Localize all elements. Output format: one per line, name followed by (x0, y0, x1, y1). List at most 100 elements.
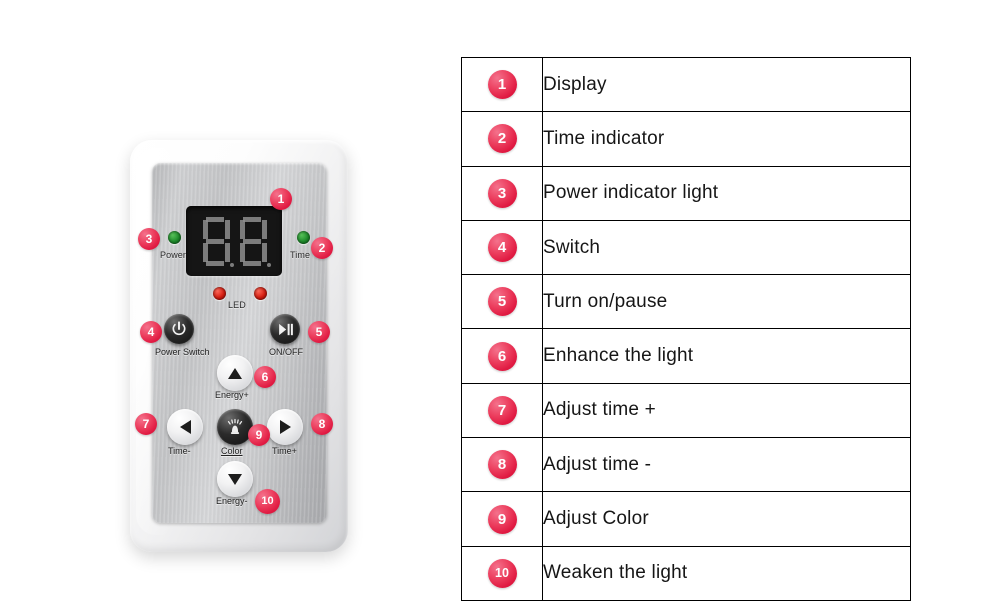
legend-number-cell: 5 (461, 274, 543, 330)
legend-badge-5: 5 (487, 287, 517, 317)
energy-plus-caption: Energy+ (215, 390, 249, 400)
segment-g-icon (242, 239, 261, 244)
power-switch-button[interactable] (164, 314, 194, 344)
callout-badge-2: 2 (311, 237, 333, 259)
table-row: 10 Weaken the light (461, 545, 911, 601)
legend-badge-8: 8 (487, 450, 517, 480)
callout-badge-7: 7 (135, 413, 157, 435)
legend-label-5: Turn on/pause (542, 274, 911, 330)
seven-segment-digit-2 (237, 215, 271, 267)
callout-badge-8: 8 (311, 413, 333, 435)
legend-table-body: 1 Display 2 Time indicator 3 Power indic… (461, 56, 911, 601)
led-indicator-lamp-1 (213, 287, 226, 300)
power-switch-caption: Power Switch (155, 347, 210, 357)
callout-badge-6: 6 (254, 366, 276, 388)
play-pause-icon (278, 323, 293, 335)
callout-badge-3: 3 (138, 228, 160, 250)
legend-number-cell: 4 (461, 219, 543, 276)
table-row: 6 Enhance the light (461, 328, 911, 384)
legend-label-2: Time indicator (542, 111, 911, 167)
legend-label-10: Weaken the light (542, 545, 911, 601)
segment-d-icon (205, 261, 224, 266)
legend-label-7: Adjust time + (542, 382, 911, 439)
table-row: 5 Turn on/pause (461, 274, 911, 330)
segment-a-icon (205, 217, 224, 222)
time-increase-button[interactable] (267, 409, 303, 445)
legend-number-cell: 7 (461, 382, 543, 439)
legend-badge-4: 4 (487, 233, 517, 263)
time-indicator-lamp (297, 231, 310, 244)
legend-label-4: Switch (542, 219, 911, 276)
legend-badge-3: 3 (487, 178, 517, 208)
segment-a-icon (242, 217, 261, 222)
callout-badge-1: 1 (270, 188, 292, 210)
segment-c-icon (224, 243, 230, 262)
segment-b-icon (224, 220, 230, 239)
seven-segment-display (186, 206, 282, 276)
legend-number-cell: 10 (461, 545, 543, 601)
segment-c-icon (261, 243, 267, 262)
segment-f-icon (202, 220, 208, 239)
legend-number-cell: 1 (461, 56, 543, 113)
legend-badge-7: 7 (487, 395, 517, 425)
time-lamp-label: Time (290, 250, 311, 260)
legend-number-cell: 8 (461, 437, 543, 493)
legend-badge-9: 9 (487, 504, 517, 534)
led-lamp-label: LED (228, 300, 246, 310)
power-indicator-lamp (168, 231, 181, 244)
arrow-right-icon (279, 420, 291, 434)
table-row: 8 Adjust time - (461, 437, 911, 493)
segment-e-icon (239, 243, 245, 262)
callout-badge-5: 5 (308, 321, 330, 343)
color-caption: Color (221, 446, 243, 456)
lamp-icon (227, 418, 243, 434)
legend-label-9: Adjust Color (542, 491, 911, 547)
table-row: 7 Adjust time + (461, 382, 911, 439)
arrow-up-icon (228, 367, 242, 379)
color-adjust-button[interactable] (217, 409, 253, 445)
energy-minus-caption: Energy- (216, 496, 248, 506)
segment-d-icon (242, 261, 261, 266)
segment-g-icon (205, 239, 224, 244)
legend-number-cell: 2 (461, 111, 543, 167)
led-indicator-lamp-2 (254, 287, 267, 300)
segment-decimal-point-icon (266, 263, 271, 267)
legend-badge-2: 2 (487, 124, 517, 154)
legend-badge-10: 10 (487, 558, 517, 588)
callout-badge-10: 10 (255, 489, 280, 514)
time-plus-caption: Time+ (272, 446, 297, 456)
table-row: 2 Time indicator (461, 111, 911, 167)
time-minus-caption: Time- (168, 446, 191, 456)
callout-badge-4: 4 (140, 321, 162, 343)
legend-badge-6: 6 (487, 341, 517, 371)
legend-label-6: Enhance the light (542, 328, 911, 384)
legend-label-3: Power indicator light (542, 165, 911, 221)
seven-segment-digit-1 (200, 215, 234, 267)
segment-e-icon (202, 243, 208, 262)
segment-b-icon (261, 220, 267, 239)
on-off-play-pause-button[interactable] (270, 314, 300, 344)
energy-decrease-button[interactable] (217, 461, 253, 497)
device-illustration: Power Time LED Power Switch ON/OFF Energ… (0, 0, 450, 610)
power-icon (172, 321, 186, 336)
energy-increase-button[interactable] (217, 355, 253, 391)
arrow-down-icon (228, 473, 242, 485)
on-off-caption: ON/OFF (269, 347, 303, 357)
legend-table: 1 Display 2 Time indicator 3 Power indic… (461, 56, 911, 601)
legend-badge-1: 1 (487, 70, 517, 100)
legend-number-cell: 6 (461, 328, 543, 384)
legend-label-1: Display (542, 56, 911, 113)
legend-number-cell: 9 (461, 491, 543, 547)
table-row: 9 Adjust Color (461, 491, 911, 547)
arrow-left-icon (179, 420, 191, 434)
table-row: 1 Display (461, 56, 911, 113)
callout-badge-9: 9 (248, 424, 270, 446)
legend-number-cell: 3 (461, 165, 543, 221)
time-decrease-button[interactable] (167, 409, 203, 445)
power-lamp-label: Power (160, 250, 187, 260)
segment-decimal-point-icon (229, 263, 234, 267)
table-row: 4 Switch (461, 219, 911, 276)
table-row: 3 Power indicator light (461, 165, 911, 221)
legend-label-8: Adjust time - (542, 437, 911, 493)
segment-f-icon (239, 220, 245, 239)
